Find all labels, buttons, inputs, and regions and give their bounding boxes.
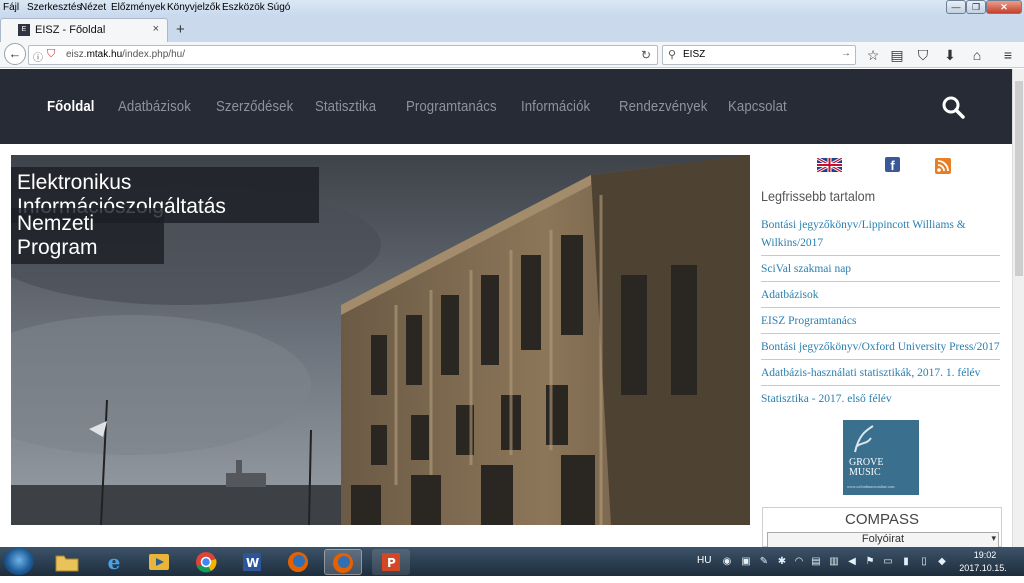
search-bar[interactable]: ⚲ EISZ → (662, 45, 856, 65)
reload-icon[interactable]: ↻ (641, 48, 651, 62)
nav-contracts[interactable]: Szerződések (216, 98, 293, 115)
page-scrollbar[interactable] (1012, 69, 1024, 547)
downloads-icon[interactable]: ⬇ (941, 46, 959, 64)
compass-widget: COMPASS Folyóirat ▾ (762, 507, 1002, 548)
info-icon[interactable]: ⓘ (33, 49, 43, 64)
latest-item[interactable]: Adatbázis-használati statisztikák, 2017.… (761, 364, 1001, 382)
clock-time[interactable]: 19:02 (966, 550, 1004, 560)
nav-information[interactable]: Információk (521, 98, 590, 115)
chrome-icon[interactable] (187, 549, 225, 575)
latest-item[interactable]: Bontási jegyzőkönyv/Oxford University Pr… (761, 338, 1001, 356)
internet-explorer-icon[interactable]: e (95, 549, 133, 575)
tray-app-icon[interactable]: ◉ (721, 556, 733, 568)
network-signal-icon[interactable]: ▮ (900, 556, 912, 568)
site-search-icon[interactable] (941, 95, 965, 119)
separator (761, 333, 1000, 334)
tab-eisz[interactable]: E EISZ - Főoldal × (0, 18, 168, 42)
hamburger-menu-icon[interactable]: ≡ (999, 46, 1017, 64)
svg-text:P: P (387, 556, 396, 570)
tray-screen-icon[interactable]: ▭ (882, 556, 894, 568)
scrollbar-thumb[interactable] (1015, 81, 1023, 276)
maximize-button[interactable]: ❐ (966, 0, 986, 14)
wifi-icon[interactable]: ◠ (793, 556, 805, 568)
search-icon: ⚲ (668, 49, 677, 61)
nav-home[interactable]: Főoldal (47, 98, 95, 115)
reading-list-icon[interactable]: ▤ (888, 46, 906, 64)
menu-edit[interactable]: Szerkesztés (27, 2, 81, 13)
nav-contact[interactable]: Kapcsolat (728, 98, 787, 115)
pocket-icon[interactable]: ⛉ (914, 46, 932, 64)
separator (761, 359, 1000, 360)
media-player-icon[interactable] (140, 549, 178, 575)
nav-events[interactable]: Rendezvények (619, 98, 707, 115)
battery-icon[interactable]: ▯ (918, 556, 930, 568)
tray-flag-icon[interactable]: ⚑ (864, 556, 876, 568)
nav-statistics[interactable]: Statisztika (315, 98, 376, 115)
menu-bookmarks[interactable]: Könyvjelzők (167, 2, 220, 13)
tab-title: EISZ - Főoldal (35, 24, 106, 36)
minimize-button[interactable]: — (946, 0, 966, 14)
nav-databases[interactable]: Adatbázisok (118, 98, 191, 115)
firefox-active-icon[interactable] (324, 549, 362, 575)
address-bar[interactable]: ⓘ ⛉ eisz.mtak.hu/index.php/hu/ ↻ (28, 45, 658, 65)
grove-music-banner[interactable]: GROVE MUSIC www.oxfordmusiconline.com (843, 420, 919, 495)
chevron-down-icon: ▾ (991, 533, 996, 543)
bookmark-star-icon[interactable]: ☆ (864, 46, 882, 64)
word-icon[interactable]: W (233, 549, 271, 575)
menu-history[interactable]: Előzmények (111, 2, 165, 13)
close-window-button[interactable]: ✕ (986, 0, 1022, 14)
volume-icon[interactable]: ◀ (846, 556, 858, 568)
language-indicator[interactable]: HU (697, 555, 711, 566)
search-go-icon[interactable]: → (841, 48, 851, 59)
file-explorer-icon[interactable] (48, 549, 86, 575)
bluetooth-icon[interactable]: ✱ (776, 556, 788, 568)
compass-select-value: Folyóirat (861, 533, 905, 545)
latest-content-heading: Legfrissebb tartalom (761, 188, 876, 204)
latest-item[interactable]: SciVal szakmai nap (761, 260, 1001, 278)
url-text: eisz.mtak.hu/index.php/hu/ (66, 49, 185, 60)
search-input[interactable]: EISZ (683, 49, 705, 60)
menu-bar: Fájl Szerkesztés Nézet Előzmények Könyvj… (0, 0, 1024, 16)
rss-icon[interactable] (935, 158, 951, 174)
tray-window-icon[interactable]: ▣ (740, 556, 752, 568)
grove-logo-icon (854, 425, 874, 453)
menu-file[interactable]: Fájl (3, 2, 19, 13)
start-button[interactable] (4, 548, 34, 575)
tracking-shield-icon[interactable]: ⛉ (47, 48, 55, 61)
site-favicon-icon: E (18, 24, 30, 36)
separator (761, 307, 1000, 308)
tray-notification-icon[interactable]: ◆ (936, 556, 948, 568)
uk-flag-icon[interactable] (817, 158, 842, 172)
nav-program-council[interactable]: Programtanács (406, 98, 497, 115)
grove-url: www.oxfordmusiconline.com (847, 484, 895, 489)
firefox-icon[interactable] (279, 549, 317, 575)
separator (761, 385, 1000, 386)
tray-edit-icon[interactable]: ✎ (758, 556, 770, 568)
facebook-icon[interactable]: f (885, 157, 900, 173)
menu-tools[interactable]: Eszközök (222, 2, 265, 13)
tray-device-icon[interactable]: ▤ (810, 556, 822, 568)
tray-printer-icon[interactable]: ▥ (828, 556, 840, 568)
latest-item[interactable]: Adatbázisok (761, 286, 1001, 304)
clock-date[interactable]: 2017.10.15. (958, 563, 1008, 573)
compass-title: COMPASS (845, 511, 919, 528)
svg-text:W: W (246, 556, 259, 570)
latest-item[interactable]: EISZ Programtanács (761, 312, 1001, 330)
latest-item[interactable]: Statisztika - 2017. első félév (761, 390, 1001, 408)
new-tab-button[interactable]: + (176, 21, 185, 38)
hero-title-line-2: Nemzeti Program (11, 208, 164, 264)
menu-help[interactable]: Súgó (267, 2, 290, 13)
compass-type-select[interactable]: Folyóirat ▾ (767, 532, 999, 548)
tab-close-icon[interactable]: × (153, 23, 159, 35)
separator (761, 255, 1000, 256)
home-icon[interactable]: ⌂ (968, 46, 986, 64)
latest-item[interactable]: Bontási jegyzőkönyv/Lippincott Williams … (761, 216, 1001, 252)
menu-view[interactable]: Nézet (80, 2, 106, 13)
back-button[interactable]: ← (4, 43, 26, 65)
separator (761, 281, 1000, 282)
music-label: MUSIC (849, 467, 881, 478)
powerpoint-icon[interactable]: P (372, 549, 410, 575)
